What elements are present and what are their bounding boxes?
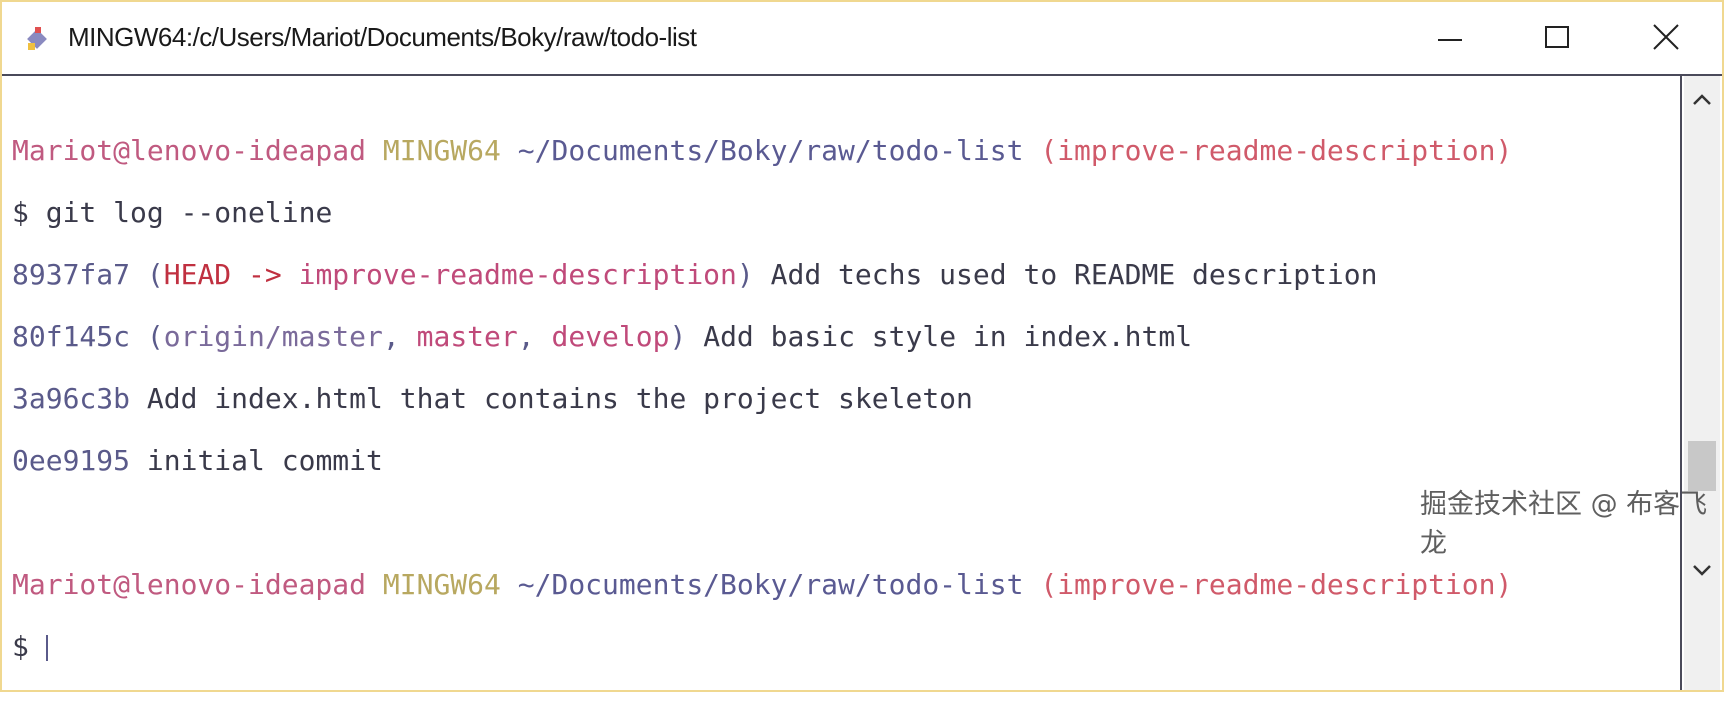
commit-row: 80f145c (origin/master, master, develop)…: [12, 321, 1680, 352]
maximize-button[interactable]: [1526, 16, 1586, 60]
paren: ): [669, 320, 687, 353]
prompt-branch: (improve-readme-description): [1040, 568, 1513, 601]
input-line[interactable]: $: [12, 631, 1680, 662]
command-text: git log --oneline: [45, 196, 333, 229]
prompt-symbol: $: [12, 630, 29, 663]
prompt-host: MINGW64: [382, 134, 501, 167]
prompt-path: ~/Documents/Boky/raw/todo-list: [517, 134, 1024, 167]
prompt-line: Mariot@lenovo-ideapad MINGW64 ~/Document…: [12, 569, 1680, 600]
branch-ref: improve-readme-description: [298, 258, 737, 291]
maximize-icon: [1545, 26, 1569, 48]
separator: ,: [382, 320, 417, 353]
separator: ,: [517, 320, 552, 353]
minimize-icon: [1438, 39, 1462, 41]
scroll-down-icon[interactable]: [1684, 556, 1720, 586]
prompt-line: Mariot@lenovo-ideapad MINGW64 ~/Document…: [12, 135, 1680, 166]
title-bar[interactable]: MINGW64:/c/Users/Mariot/Documents/Boky/r…: [2, 2, 1722, 76]
terminal-output[interactable]: Mariot@lenovo-ideapad MINGW64 ~/Document…: [2, 76, 1682, 690]
commit-message: Add index.html that contains the project…: [130, 382, 973, 415]
remote-ref: origin/master: [163, 320, 383, 353]
head-ref: HEAD ->: [163, 258, 299, 291]
commit-hash: 8937fa7: [12, 258, 131, 291]
window-title: MINGW64:/c/Users/Mariot/Documents/Boky/r…: [68, 22, 697, 52]
close-icon: [1653, 24, 1679, 50]
scroll-up-icon[interactable]: [1684, 84, 1720, 114]
commit-row: 8937fa7 (HEAD -> improve-readme-descript…: [12, 259, 1680, 290]
watermark: 掘金技术社区 @ 布客飞龙: [1420, 489, 1708, 559]
command-line: $ git log --oneline: [12, 197, 1680, 228]
commit-message: Add basic style in index.html: [686, 320, 1193, 353]
git-bash-icon: [27, 27, 47, 50]
commit-hash: 0ee9195: [12, 444, 131, 477]
close-button[interactable]: [1636, 16, 1696, 60]
commit-message: Add techs used to README description: [753, 258, 1378, 291]
prompt-host: MINGW64: [382, 568, 501, 601]
branch-ref: master: [416, 320, 518, 353]
prompt-user: Mariot@lenovo-ideapad: [12, 134, 367, 167]
commit-hash: 3a96c3b: [12, 382, 131, 415]
text-cursor: [45, 635, 48, 661]
commit-row: 3a96c3b Add index.html that contains the…: [12, 383, 1680, 414]
prompt-branch: (improve-readme-description): [1040, 134, 1513, 167]
terminal-window: MINGW64:/c/Users/Mariot/Documents/Boky/r…: [0, 0, 1724, 692]
prompt-user: Mariot@lenovo-ideapad: [12, 568, 367, 601]
commit-hash: 80f145c: [12, 320, 131, 353]
commit-row: 0ee9195 initial commit: [12, 445, 1680, 476]
paren: ): [736, 258, 754, 291]
paren: (: [130, 320, 164, 353]
minimize-button[interactable]: [1420, 16, 1480, 60]
prompt-path: ~/Documents/Boky/raw/todo-list: [517, 568, 1024, 601]
commit-message: initial commit: [130, 444, 383, 477]
branch-ref: develop: [551, 320, 670, 353]
vertical-scrollbar[interactable]: [1684, 76, 1720, 690]
paren: (: [130, 258, 164, 291]
prompt-symbol: $: [12, 196, 29, 229]
